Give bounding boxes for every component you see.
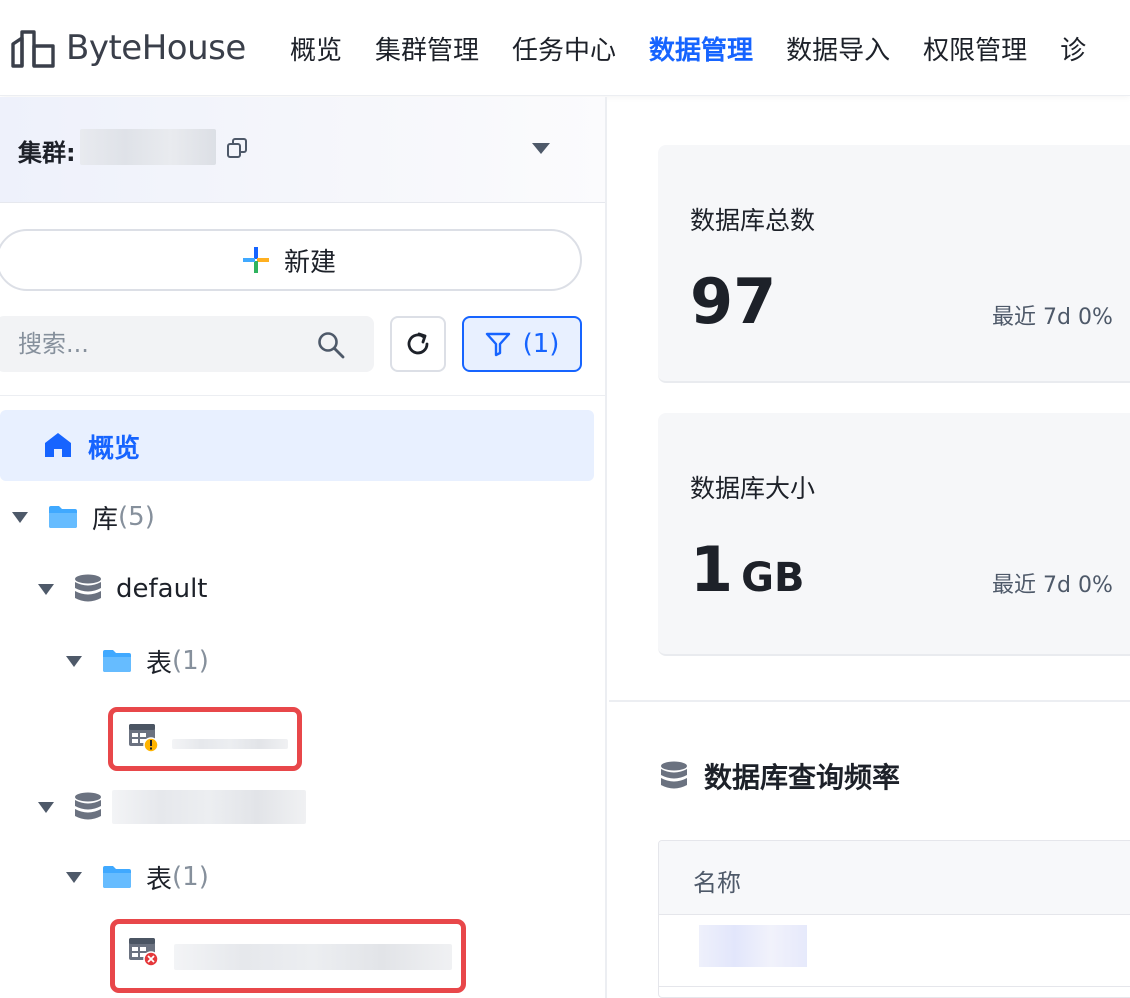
filter-count: (1) bbox=[522, 329, 560, 359]
caret-down-icon[interactable] bbox=[66, 871, 82, 883]
new-button[interactable]: 新建 bbox=[0, 229, 582, 291]
cluster-name-redacted bbox=[80, 129, 216, 165]
cell-name-redacted bbox=[699, 925, 807, 967]
highlight-box bbox=[110, 919, 466, 993]
tree-node-tables-db2[interactable]: 表 (1) bbox=[66, 857, 209, 897]
bytehouse-logo-icon bbox=[11, 30, 55, 68]
nav-diagnosis-truncated[interactable]: 诊 bbox=[1060, 30, 1086, 67]
stat-value-number: 1 bbox=[690, 533, 734, 606]
copy-icon[interactable] bbox=[226, 137, 248, 159]
nav-cluster-management[interactable]: 集群管理 bbox=[375, 30, 479, 67]
column-header-name[interactable]: 名称 bbox=[693, 863, 741, 898]
section-title-text: 数据库查询频率 bbox=[704, 761, 901, 794]
refresh-icon bbox=[407, 332, 429, 355]
tree-tables-count: (1) bbox=[172, 862, 209, 892]
divider bbox=[609, 700, 1130, 702]
caret-down-icon[interactable] bbox=[38, 801, 54, 813]
tree-node-tables-default[interactable]: 表 (1) bbox=[66, 641, 209, 681]
tree-tables-label: 表 bbox=[146, 648, 173, 679]
caret-down-icon[interactable] bbox=[66, 655, 82, 667]
stat-title: 数据库大小 bbox=[690, 474, 816, 503]
cluster-label: 集群: bbox=[18, 139, 76, 167]
tree-node-databases[interactable]: 库 (5) bbox=[12, 497, 155, 537]
stat-title: 数据库总数 bbox=[690, 206, 816, 235]
filter-icon bbox=[485, 332, 510, 357]
tree-db-default-label: default bbox=[116, 574, 208, 604]
tree-tables-count: (1) bbox=[172, 646, 209, 676]
tree-overview-label: 概览 bbox=[88, 434, 141, 464]
stat-value: 1 GB bbox=[690, 533, 804, 606]
database-icon bbox=[661, 761, 687, 789]
tree-tables-label: 表 bbox=[146, 864, 173, 895]
refresh-button[interactable] bbox=[390, 316, 446, 372]
nav-overview[interactable]: 概览 bbox=[290, 30, 342, 67]
query-frequency-table: 名称 bbox=[658, 840, 1130, 998]
new-button-label: 新建 bbox=[283, 247, 336, 278]
folder-icon bbox=[103, 866, 131, 888]
tree-databases-label: 库 bbox=[92, 504, 119, 535]
tree-item-overview[interactable]: 概览 bbox=[0, 410, 594, 481]
db-name-redacted bbox=[112, 790, 306, 824]
bytehouse-logo[interactable]: ByteHouse bbox=[10, 22, 246, 74]
nav-data-import[interactable]: 数据导入 bbox=[786, 30, 890, 67]
caret-down-icon[interactable] bbox=[38, 583, 54, 595]
sidebar: 集群: 新建 (1) bbox=[0, 97, 607, 998]
search-input[interactable] bbox=[18, 326, 298, 362]
logo-text: ByteHouse bbox=[66, 28, 246, 68]
folder-icon bbox=[103, 650, 131, 672]
database-icon bbox=[75, 574, 101, 602]
highlight-box bbox=[108, 707, 302, 771]
search-box bbox=[0, 316, 374, 372]
tree-node-db-redacted[interactable] bbox=[38, 787, 306, 827]
stat-card-db-total: 数据库总数 97 最近 7d 0% bbox=[658, 145, 1130, 383]
search-icon[interactable] bbox=[316, 330, 346, 360]
table-header: 名称 bbox=[659, 841, 1130, 915]
main-nav: 概览 集群管理 任务中心 数据管理 数据导入 权限管理 诊 bbox=[290, 0, 1119, 96]
stat-trend: 最近 7d 0% bbox=[992, 573, 1113, 598]
plus-icon bbox=[242, 247, 269, 273]
stat-card-db-size: 数据库大小 1 GB 最近 7d 0% bbox=[658, 413, 1130, 656]
cluster-selector[interactable]: 集群: bbox=[0, 97, 605, 203]
tree-node-db-default[interactable]: default bbox=[38, 569, 207, 609]
stat-unit: GB bbox=[741, 555, 805, 601]
nav-data-management[interactable]: 数据管理 bbox=[649, 30, 753, 67]
stat-value: 97 bbox=[690, 265, 777, 338]
divider bbox=[0, 395, 605, 396]
tree-databases-count: (5) bbox=[118, 502, 155, 532]
folder-icon bbox=[49, 506, 77, 528]
top-navbar: ByteHouse 概览 集群管理 任务中心 数据管理 数据导入 权限管理 诊 bbox=[0, 0, 1130, 96]
table-row[interactable] bbox=[659, 915, 1130, 987]
section-title-query-frequency: 数据库查询频率 bbox=[660, 756, 900, 796]
caret-down-icon[interactable] bbox=[12, 511, 28, 523]
chevron-down-icon[interactable] bbox=[532, 143, 550, 154]
nav-task-center[interactable]: 任务中心 bbox=[512, 30, 616, 67]
filter-button[interactable]: (1) bbox=[462, 316, 582, 372]
stat-trend: 最近 7d 0% bbox=[992, 305, 1113, 330]
nav-permission-management[interactable]: 权限管理 bbox=[923, 30, 1027, 67]
database-icon bbox=[75, 792, 101, 820]
home-icon bbox=[45, 433, 71, 457]
